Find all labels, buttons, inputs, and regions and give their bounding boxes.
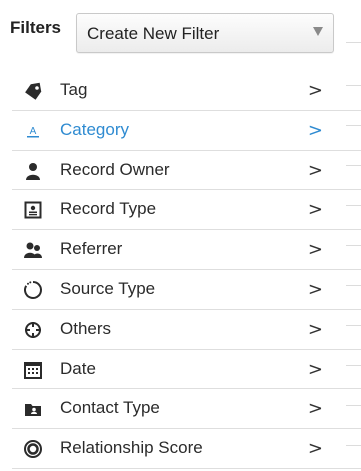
- contact-folder-icon: [22, 398, 44, 420]
- filter-item-date[interactable]: Date >: [12, 350, 361, 390]
- id-card-icon: [22, 199, 44, 221]
- filter-item-label: Date: [60, 358, 96, 378]
- chevron-right-icon: >: [307, 159, 323, 181]
- create-filter-select[interactable]: Create New Filter: [76, 13, 334, 53]
- person-icon: [22, 160, 44, 182]
- filter-item-record-type[interactable]: Record Type >: [12, 190, 361, 231]
- chevron-right-icon: >: [307, 438, 323, 460]
- filter-list: Tag > A Category > Record Owner > Record…: [12, 71, 361, 469]
- filter-item-relationship-score[interactable]: Relationship Score >: [12, 429, 361, 469]
- referrer-icon: [22, 239, 44, 261]
- filter-item-contact-type[interactable]: Contact Type >: [12, 389, 361, 430]
- svg-text:A: A: [30, 126, 37, 137]
- filter-item-label: Others: [60, 318, 112, 338]
- filter-item-label: Category: [60, 119, 129, 139]
- filter-item-label: Referrer: [60, 239, 123, 259]
- chevron-right-icon: >: [307, 199, 323, 221]
- chevron-right-icon: >: [307, 398, 323, 420]
- chevron-right-icon: >: [307, 358, 323, 380]
- filter-item-record-owner[interactable]: Record Owner >: [12, 151, 361, 191]
- chevron-down-icon: [313, 27, 323, 36]
- filter-item-label: Relationship Score: [60, 438, 203, 458]
- divider: [346, 42, 361, 43]
- crosshair-icon: [22, 319, 44, 341]
- category-icon: A: [22, 120, 44, 142]
- chevron-right-icon: >: [307, 239, 323, 261]
- create-filter-select-value: Create New Filter: [87, 24, 220, 43]
- calendar-icon: [22, 359, 44, 381]
- spinner-icon: [22, 279, 44, 301]
- filters-header: Filters Create New Filter: [0, 0, 361, 64]
- filters-title: Filters: [10, 18, 62, 37]
- filter-item-others[interactable]: Others >: [12, 310, 361, 350]
- right-edge-dividers: [346, 85, 361, 471]
- chevron-right-icon: >: [307, 318, 323, 340]
- chevron-right-icon: >: [307, 80, 323, 101]
- filter-item-category[interactable]: A Category >: [12, 111, 361, 151]
- filter-item-tag[interactable]: Tag >: [12, 71, 361, 111]
- chevron-right-icon: >: [307, 119, 323, 141]
- filter-item-label: Record Owner: [60, 159, 170, 179]
- filter-item-label: Record Type: [60, 199, 157, 219]
- filter-item-label: Contact Type: [60, 398, 160, 418]
- filter-item-label: Tag: [60, 80, 88, 99]
- chevron-right-icon: >: [307, 278, 323, 300]
- ring-icon: [22, 438, 44, 460]
- filter-item-referrer[interactable]: Referrer >: [12, 230, 361, 270]
- filter-item-source-type[interactable]: Source Type >: [12, 270, 361, 310]
- filter-item-label: Source Type: [60, 278, 156, 298]
- tag-icon: [22, 80, 44, 102]
